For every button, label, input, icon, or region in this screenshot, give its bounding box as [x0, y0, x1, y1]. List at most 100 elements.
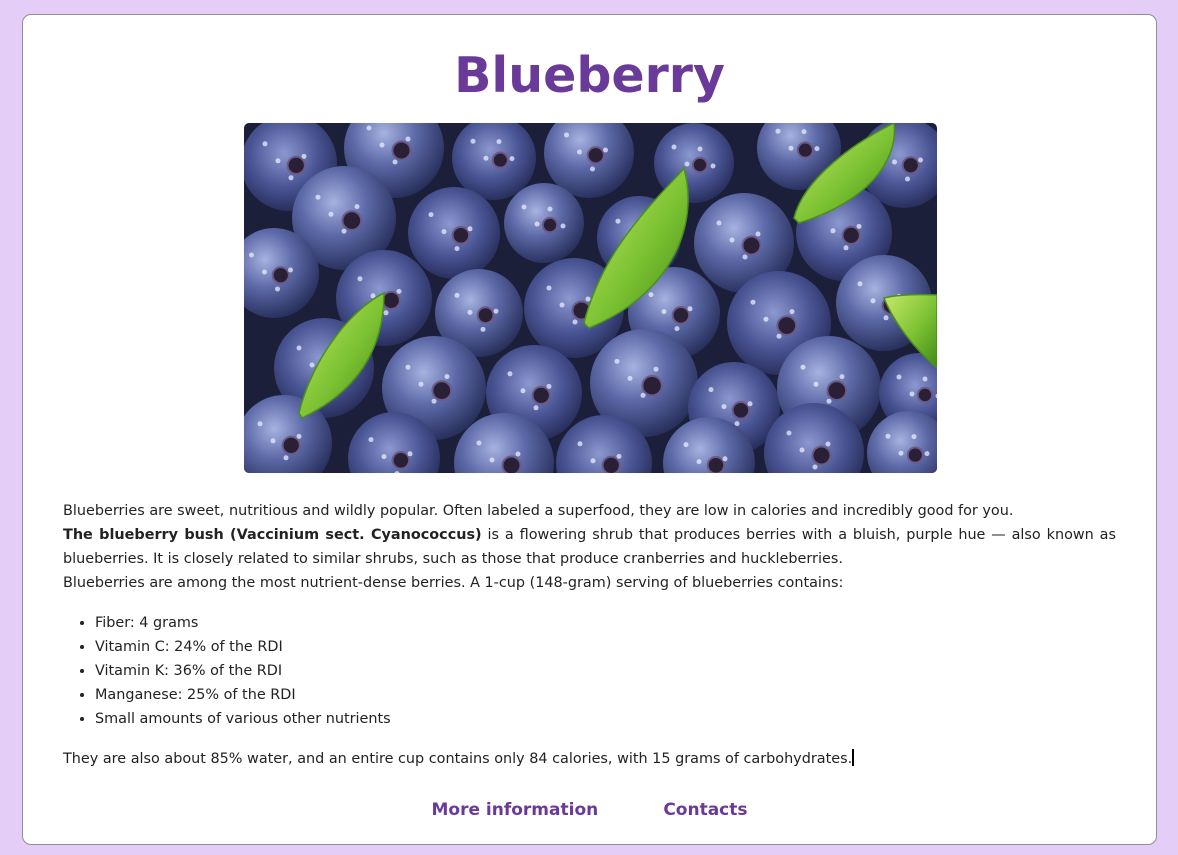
water-drop-shape	[826, 398, 832, 404]
contacts-link[interactable]: Contacts	[663, 800, 747, 820]
water-drop-shape	[640, 392, 646, 398]
water-drop-shape	[812, 464, 818, 470]
blueberry-crown-shape	[451, 226, 471, 245]
bush-bold-text: The blueberry bush (Vaccinium sect. Cyan…	[63, 527, 482, 543]
water-drop-shape	[577, 149, 582, 155]
water-drop-shape	[564, 132, 569, 138]
water-drop-shape	[366, 125, 372, 131]
blueberry-crown-shape	[431, 380, 453, 401]
blueberry-crown-shape	[641, 374, 663, 397]
water-drop-shape	[509, 156, 515, 162]
water-drop-shape	[883, 315, 889, 321]
blueberry-crown-shape	[671, 306, 691, 325]
list-item: Vitamin K: 36% of the RDI	[95, 659, 1116, 683]
list-item: Vitamin C: 24% of the RDI	[95, 635, 1116, 659]
water-drop-shape	[911, 434, 917, 440]
water-drop-shape	[368, 437, 374, 443]
water-drop-shape	[775, 128, 781, 134]
blueberry-crown-shape	[841, 225, 861, 246]
water-drop-shape	[405, 364, 411, 370]
water-drop-shape	[710, 163, 716, 169]
blueberry-crown-shape	[741, 235, 762, 256]
water-drop-shape	[722, 456, 728, 462]
water-drop-shape	[476, 440, 482, 446]
water-drop-shape	[801, 129, 807, 135]
water-drop-shape	[716, 220, 722, 226]
water-drop-shape	[922, 376, 928, 382]
water-drop-shape	[379, 142, 385, 148]
water-drop-shape	[830, 228, 836, 234]
water-drop-shape	[614, 358, 620, 364]
blueberry-crown-shape	[731, 401, 751, 420]
water-drop-shape	[577, 441, 583, 447]
water-drop-shape	[892, 159, 897, 165]
page-title: Blueberry	[454, 47, 725, 104]
water-drop-shape	[418, 381, 424, 387]
nutrient-list: Fiber: 4 grams Vitamin C: 24% of the RDI…	[63, 611, 1116, 731]
article-body: Blueberries are sweet, nutritious and wi…	[63, 499, 1116, 771]
water-drop-shape	[825, 441, 831, 447]
water-drop-shape	[843, 245, 849, 251]
blueberry-crown-shape	[826, 380, 848, 401]
water-drop-shape	[674, 326, 680, 332]
water-drop-shape	[288, 267, 293, 273]
blueberry-crown-shape	[776, 315, 798, 336]
water-drop-shape	[924, 451, 930, 457]
water-drop-shape	[520, 388, 526, 394]
nutrient-intro-paragraph: Blueberries are among the most nutrient-…	[63, 575, 844, 591]
water-drop-shape	[590, 166, 595, 172]
water-drop-shape	[755, 231, 761, 237]
water-drop-shape	[257, 421, 263, 427]
water-drop-shape	[729, 237, 735, 243]
blueberry-crown-shape	[601, 455, 621, 473]
water-drop-shape	[354, 204, 360, 210]
water-drop-shape	[683, 442, 689, 448]
water-drop-shape	[301, 153, 307, 159]
water-drop-shape	[480, 326, 486, 332]
water-drop-shape	[653, 366, 659, 372]
water-drop-shape	[546, 383, 552, 389]
water-drop-shape	[648, 292, 654, 298]
blueberry-crown-shape	[491, 151, 509, 169]
more-information-link[interactable]: More information	[431, 800, 598, 820]
blueberry-crown-shape	[796, 141, 814, 159]
water-drop-shape	[454, 246, 460, 252]
water-drop-shape	[590, 458, 596, 464]
water-drop-shape	[616, 453, 622, 459]
water-drop-shape	[381, 454, 387, 460]
water-drop-shape	[742, 254, 748, 260]
blueberry-crown-shape	[691, 156, 709, 174]
blueberry-crown-shape	[271, 266, 290, 285]
water-drop-shape	[534, 221, 540, 227]
water-drop-shape	[789, 309, 795, 315]
water-drop-shape	[489, 457, 495, 463]
water-drop-shape	[896, 374, 902, 380]
water-drop-shape	[262, 141, 268, 147]
closing-paragraph: They are also about 85% water, and an en…	[63, 747, 1116, 771]
blueberry-crown-shape	[391, 451, 411, 470]
water-drop-shape	[296, 433, 302, 439]
blueberry-crown-shape	[901, 156, 920, 175]
water-drop-shape	[507, 371, 513, 377]
blueberry-crown-shape	[811, 445, 832, 466]
water-drop-shape	[814, 146, 820, 152]
water-drop-shape	[431, 398, 437, 404]
water-drop-shape	[786, 430, 792, 436]
bush-paragraph: The blueberry bush (Vaccinium sect. Cyan…	[63, 523, 1116, 571]
water-drop-shape	[572, 319, 578, 325]
water-drop-shape	[428, 212, 434, 218]
water-drop-shape	[559, 302, 565, 308]
water-drop-shape	[671, 144, 677, 150]
water-drop-shape	[483, 155, 489, 161]
water-drop-shape	[909, 391, 915, 397]
water-drop-shape	[547, 206, 553, 212]
water-drop-shape	[661, 309, 667, 315]
water-drop-shape	[857, 281, 863, 287]
water-drop-shape	[275, 158, 281, 164]
water-drop-shape	[392, 159, 398, 165]
blueberry-crown-shape	[381, 290, 401, 311]
water-drop-shape	[697, 146, 703, 152]
blueberry-crown-shape	[281, 435, 301, 456]
water-drop-shape	[721, 404, 727, 410]
blueberry-crown-shape	[906, 446, 924, 464]
